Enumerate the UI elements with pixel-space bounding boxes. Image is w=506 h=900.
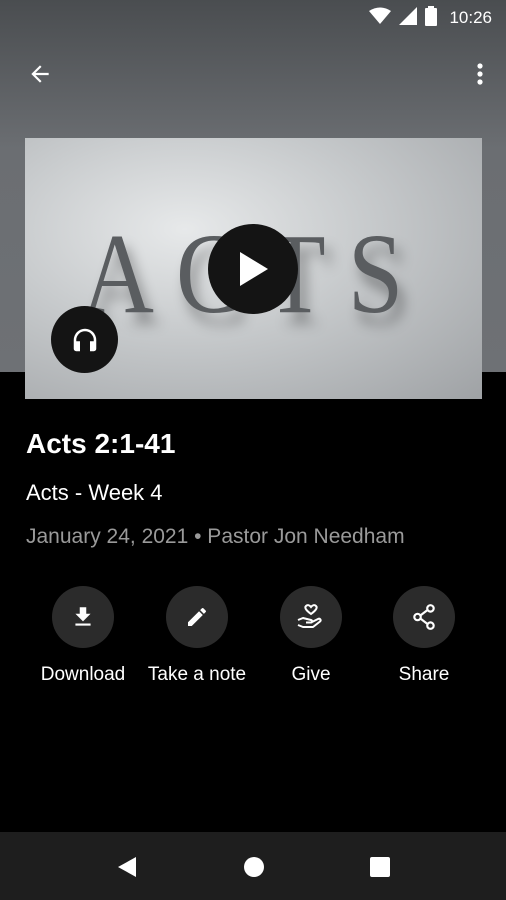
give-action[interactable]: Give (251, 586, 371, 686)
share-action[interactable]: Share (364, 586, 484, 686)
back-button[interactable] (20, 54, 60, 94)
download-icon (75, 607, 91, 626)
play-button[interactable] (208, 224, 298, 314)
take-note-label: Take a note (147, 664, 247, 685)
give-label: Give (291, 664, 331, 685)
download-action[interactable]: Download (23, 586, 143, 686)
listen-audio-button[interactable] (51, 306, 118, 373)
nav-recents-button[interactable] (365, 852, 395, 882)
give-button[interactable] (280, 586, 342, 648)
share-icon (413, 604, 435, 630)
circle-home-icon (244, 857, 264, 877)
take-note-action[interactable]: Take a note (137, 586, 257, 686)
battery-icon (425, 5, 438, 31)
take-note-button[interactable] (166, 586, 228, 648)
sermon-title: Acts 2:1-41 (26, 428, 176, 459)
status-bar: 10:26 (0, 0, 506, 36)
signal-icon (399, 6, 418, 30)
action-row: Download Take a note Give Share (0, 586, 506, 696)
top-app-bar (0, 48, 506, 100)
square-recents-icon (370, 857, 390, 877)
wifi-icon (369, 7, 392, 30)
system-nav-bar (0, 832, 506, 900)
sermon-meta: January 24, 2021 • Pastor Jon Needham (26, 525, 405, 548)
arrow-back-icon (31, 65, 49, 83)
nav-home-button[interactable] (239, 852, 269, 882)
share-button[interactable] (393, 586, 455, 648)
play-icon (240, 252, 268, 286)
status-time: 10:26 (449, 8, 492, 27)
sermon-artwork[interactable]: ACTS (25, 138, 482, 399)
more-options-button[interactable] (468, 54, 492, 94)
download-button[interactable] (52, 586, 114, 648)
triangle-back-icon (118, 857, 136, 877)
share-label: Share (398, 664, 450, 685)
pencil-icon (188, 607, 207, 626)
nav-back-button[interactable] (112, 852, 142, 882)
hand-heart-icon (297, 604, 322, 628)
headphones-icon (73, 328, 96, 351)
sermon-series: Acts - Week 4 (26, 480, 163, 505)
more-vert-icon (477, 63, 483, 85)
download-label: Download (40, 664, 126, 685)
